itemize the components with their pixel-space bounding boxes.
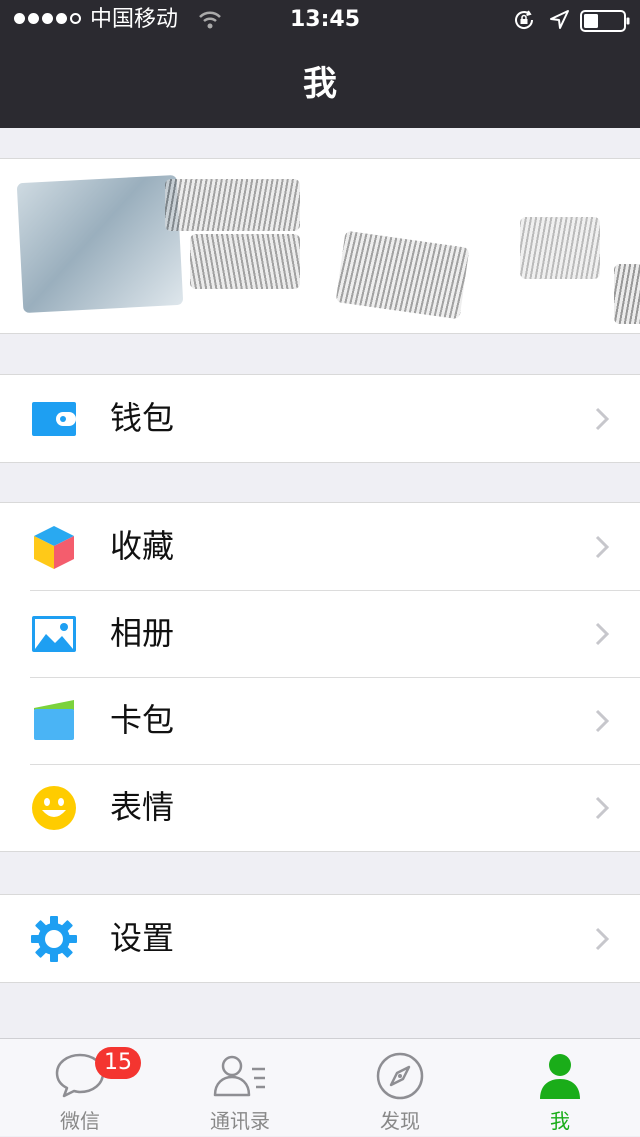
smiley-icon — [32, 786, 76, 830]
chevron-right-icon — [595, 927, 610, 951]
scribble-mark — [165, 179, 300, 231]
scribble-mark — [190, 234, 300, 289]
page-title: 我 — [303, 64, 337, 104]
tab-label: 发现 — [380, 1109, 420, 1133]
cube-icon — [34, 526, 74, 569]
menu-item-stickers[interactable]: 表情 — [0, 764, 640, 851]
menu-item-label: 收藏 — [110, 527, 175, 565]
gear-icon — [31, 916, 77, 962]
avatar — [16, 174, 184, 314]
tab-label: 通讯录 — [210, 1109, 270, 1133]
profile-card[interactable] — [0, 158, 640, 334]
chevron-right-icon — [595, 709, 610, 733]
status-time: 13:45 — [290, 7, 361, 32]
chevron-right-icon — [595, 535, 610, 559]
scribble-mark — [520, 217, 600, 279]
wifi-icon — [199, 11, 221, 29]
scribble-mark — [335, 230, 470, 320]
chevron-right-icon — [595, 622, 610, 646]
status-bar: 中国移动 13:45 — [0, 0, 640, 40]
menu-item-label: 相册 — [110, 614, 175, 652]
tab-label: 微信 — [60, 1109, 100, 1133]
menu-item-cards[interactable]: 卡包 — [0, 677, 640, 764]
unread-badge: 15 — [95, 1047, 141, 1079]
scribble-mark — [614, 264, 640, 324]
signal-strength-icon — [14, 13, 81, 24]
carrier-name: 中国移动 — [90, 7, 179, 32]
menu-item-label: 钱包 — [110, 399, 175, 437]
chevron-right-icon — [595, 796, 610, 820]
menu-item-settings[interactable]: 设置 — [0, 895, 640, 982]
menu-item-album[interactable]: 相册 — [0, 590, 640, 677]
tab-contacts[interactable]: 通讯录 — [160, 1039, 320, 1137]
battery-icon — [580, 10, 630, 32]
location-icon — [550, 10, 569, 29]
app-header: 中国移动 13:45 我 — [0, 0, 640, 128]
tab-discover[interactable]: 发现 — [320, 1039, 480, 1137]
menu-group-wallet: 钱包 — [0, 374, 640, 463]
tab-label: 我 — [550, 1109, 570, 1133]
compass-icon — [376, 1052, 424, 1100]
tab-me[interactable]: 我 — [480, 1039, 640, 1137]
menu-item-label: 表情 — [110, 788, 175, 826]
menu-item-wallet[interactable]: 钱包 — [0, 375, 640, 462]
menu-item-label: 卡包 — [110, 701, 175, 739]
photo-icon — [32, 616, 76, 652]
menu-group-settings: 设置 — [0, 894, 640, 983]
wallet-icon — [32, 402, 76, 436]
chevron-right-icon — [595, 407, 610, 431]
menu-item-label: 设置 — [110, 919, 175, 957]
tab-bar: 15 微信 通讯录 发现 我 — [0, 1038, 640, 1136]
contacts-icon — [213, 1055, 265, 1097]
tab-chats[interactable]: 15 微信 — [0, 1039, 160, 1137]
menu-item-favorites[interactable]: 收藏 — [0, 503, 640, 590]
rotation-lock-icon — [515, 10, 534, 29]
card-icon — [34, 700, 74, 740]
user-icon — [540, 1054, 580, 1099]
menu-group-content: 收藏 相册 卡包 表情 — [0, 502, 640, 852]
